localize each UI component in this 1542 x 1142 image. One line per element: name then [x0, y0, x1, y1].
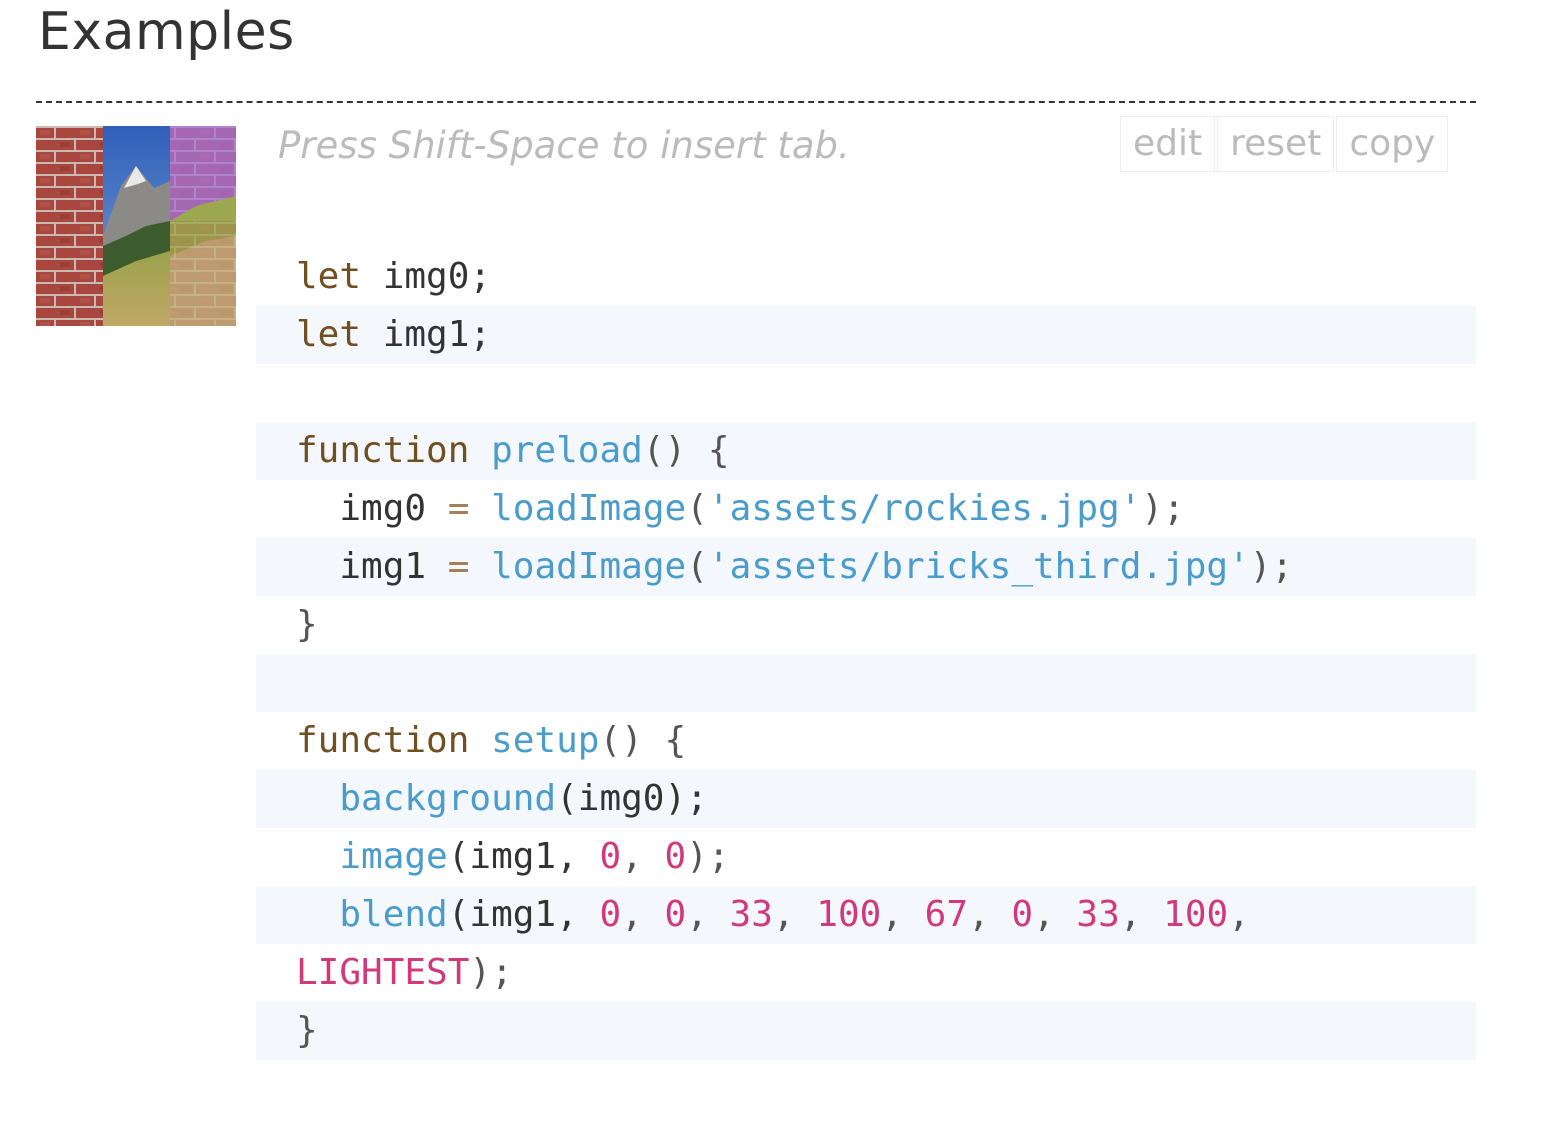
code-operator: =	[447, 546, 470, 587]
code-line: img0 = loadImage('assets/rockies.jpg');	[256, 480, 1476, 538]
code-line: let img0;	[256, 248, 1476, 306]
blend-result-image	[36, 126, 236, 326]
code-constant: LIGHTEST	[296, 952, 470, 993]
code-punctuation: () {	[642, 430, 730, 471]
code-number: 67	[924, 894, 969, 935]
code-punctuation: (	[686, 488, 708, 529]
code-function-call: image	[339, 836, 448, 877]
code-text: img0;	[361, 256, 492, 297]
code-number: 33	[729, 894, 773, 935]
code-string: 'assets/bricks_third.jpg'	[707, 546, 1250, 587]
code-number: 0	[599, 836, 622, 877]
code-number: 33	[1076, 894, 1120, 935]
code-text: img1;	[361, 314, 492, 355]
code-operator: =	[447, 488, 470, 529]
code-function-call: blend	[339, 894, 448, 935]
code-line: image(img1, 0, 0);	[256, 828, 1476, 886]
reset-button[interactable]: reset	[1217, 116, 1335, 172]
section-title: Examples	[38, 2, 295, 62]
code-text: (img1,	[447, 836, 600, 877]
code-line-blank	[256, 654, 1476, 712]
code-number: 100	[1163, 894, 1229, 935]
code-punctuation: }	[296, 604, 318, 645]
code-punctuation: );	[686, 836, 730, 877]
code-punctuation: ,	[621, 836, 665, 877]
example-output-thumbnail	[36, 126, 236, 326]
code-function-name: setup	[491, 720, 600, 761]
code-number: 100	[816, 894, 882, 935]
code-keyword: let	[296, 314, 362, 355]
code-line: }	[256, 1002, 1476, 1060]
code-punctuation: );	[469, 952, 513, 993]
code-punctuation: );	[1141, 488, 1185, 529]
code-number: 0	[1011, 894, 1034, 935]
code-line: function preload() {	[256, 422, 1476, 480]
code-punctuation: }	[296, 1010, 318, 1051]
code-variable: img0	[339, 488, 427, 529]
code-line: function setup() {	[256, 712, 1476, 770]
code-function-call: loadImage	[491, 546, 687, 587]
code-editor[interactable]: let img0; let img1; function preload() {…	[256, 248, 1476, 1060]
code-string: 'assets/rockies.jpg'	[707, 488, 1142, 529]
code-function-call: background	[339, 778, 557, 819]
editor-hint: Press Shift-Space to insert tab.	[278, 124, 850, 167]
code-text: (img0);	[556, 778, 708, 819]
code-line: }	[256, 596, 1476, 654]
code-line: background(img0);	[256, 770, 1476, 828]
code-keyword: let	[296, 256, 362, 297]
code-text: (img1,	[447, 894, 600, 935]
code-function-call: loadImage	[491, 488, 687, 529]
code-function-name: preload	[491, 430, 643, 471]
code-line: LIGHTEST);	[256, 944, 1476, 1002]
code-punctuation: () {	[599, 720, 687, 761]
code-punctuation: );	[1249, 546, 1294, 587]
code-number: 0	[664, 836, 687, 877]
code-line: img1 = loadImage('assets/bricks_third.jp…	[256, 538, 1476, 596]
edit-button[interactable]: edit	[1120, 116, 1216, 172]
code-keyword: function	[296, 720, 470, 761]
code-line: blend(img1, 0, 0, 33, 100, 67, 0, 33, 10…	[256, 886, 1476, 944]
code-punctuation: (	[686, 546, 708, 587]
code-variable: img1	[339, 546, 427, 587]
section-divider	[36, 101, 1476, 103]
code-keyword: function	[296, 430, 470, 471]
copy-button[interactable]: copy	[1336, 116, 1449, 172]
code-number: 0	[664, 894, 687, 935]
editor-toolbar: edit reset copy	[1120, 116, 1450, 172]
code-number: 0	[599, 894, 622, 935]
code-line: let img1;	[256, 306, 1476, 364]
